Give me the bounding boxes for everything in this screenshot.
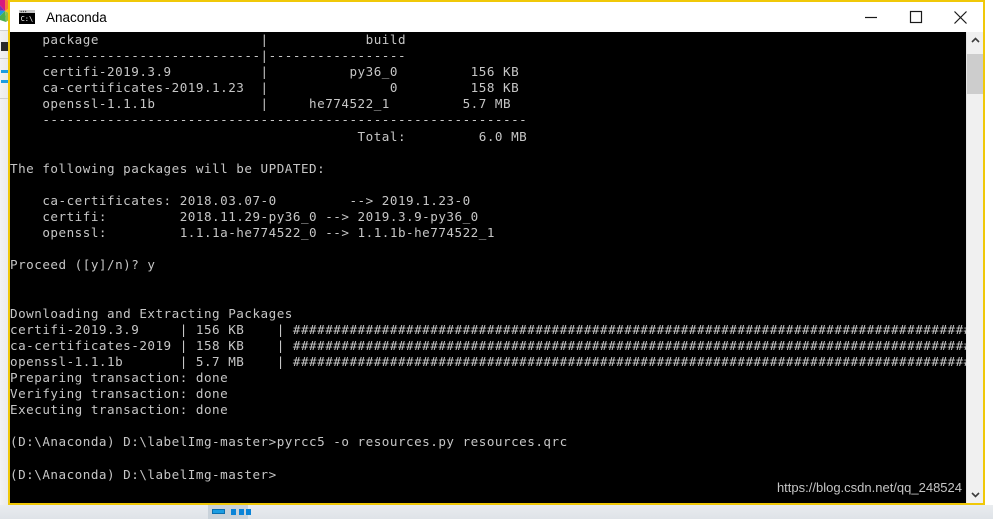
taskbar-app-icon[interactable] bbox=[246, 509, 251, 515]
minimize-button[interactable] bbox=[848, 2, 893, 32]
console-icon: C:\ bbox=[18, 9, 36, 25]
vertical-scrollbar[interactable] bbox=[966, 32, 983, 503]
scrollbar-thumb[interactable] bbox=[967, 54, 983, 94]
watermark-text: https://blog.csdn.net/qq_248524 bbox=[776, 480, 962, 495]
taskbar[interactable] bbox=[0, 505, 993, 519]
maximize-button[interactable] bbox=[893, 2, 938, 32]
taskbar-app-icon[interactable] bbox=[212, 509, 225, 514]
chevron-up-icon[interactable] bbox=[967, 32, 983, 49]
taskbar-app-icon[interactable] bbox=[239, 509, 244, 515]
window-title: Anaconda bbox=[46, 9, 107, 25]
anaconda-console-window[interactable]: C:\ Anaconda package | build -----------… bbox=[8, 0, 985, 505]
window-title-bar[interactable]: C:\ Anaconda bbox=[10, 2, 983, 32]
window-controls bbox=[848, 2, 983, 32]
chevron-down-icon[interactable] bbox=[967, 486, 983, 503]
svg-text:C:\: C:\ bbox=[21, 15, 34, 23]
taskbar-app-icon[interactable] bbox=[231, 509, 236, 515]
console-output-area[interactable]: package | build ------------------------… bbox=[10, 32, 983, 503]
close-button[interactable] bbox=[938, 2, 983, 32]
console-text: package | build ------------------------… bbox=[10, 32, 983, 482]
